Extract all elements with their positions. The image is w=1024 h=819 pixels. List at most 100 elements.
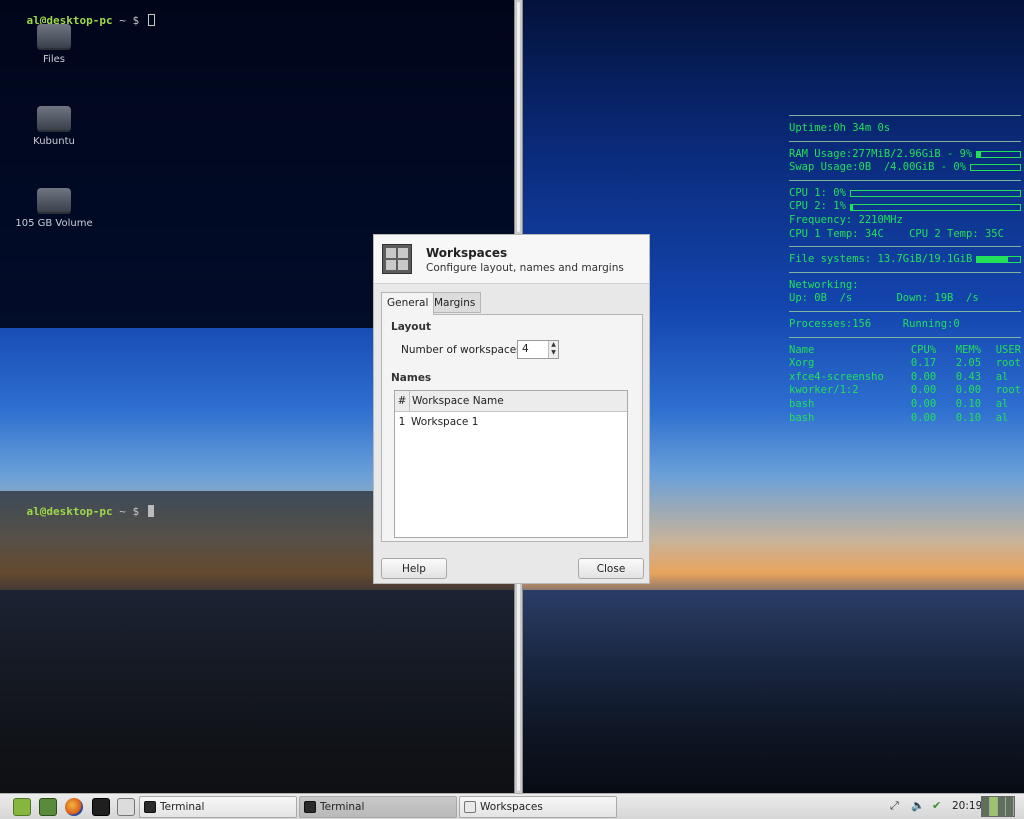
terminal-scrollbar-top[interactable]	[514, 0, 523, 234]
col-user: USER	[995, 343, 1021, 356]
proc-mem: 0.10	[955, 411, 982, 424]
task-terminal-1[interactable]: Terminal	[139, 796, 297, 818]
divider	[789, 246, 1021, 248]
desktop-icon-label: Kubuntu	[33, 136, 75, 147]
file-manager-icon[interactable]	[117, 798, 135, 816]
volume-icon[interactable]: 🔈	[911, 799, 925, 812]
workspaces-dialog: Workspaces Configure layout, names and m…	[373, 234, 650, 584]
col-number-header[interactable]: #	[395, 391, 410, 411]
proc-mem: 0.43	[955, 370, 982, 383]
names-heading: Names	[391, 372, 432, 384]
desktop-icon-label: Files	[43, 54, 65, 65]
clock[interactable]: 20:19	[952, 800, 982, 812]
fs-text: File systems: 13.7GiB/19.1GiB	[789, 253, 973, 266]
workspace-pager[interactable]	[981, 796, 1015, 817]
process-table: Name CPU% MEM% USER Xorg 0.17 2.05 root xfc…	[789, 344, 1021, 426]
terminal-icon	[304, 801, 316, 813]
mint-menu-icon[interactable]	[13, 798, 31, 816]
drive-icon	[37, 188, 71, 212]
desktop-icon-volume[interactable]: 105 GB Volume	[14, 188, 94, 229]
proc-user: root	[995, 384, 1021, 397]
drive-icon	[37, 106, 71, 130]
proc-name: Xorg	[789, 357, 815, 370]
proc-name: bash	[789, 397, 815, 410]
divider	[789, 179, 1021, 181]
fs-row: File systems: 13.7GiB/19.1GiB	[789, 253, 1021, 267]
workspace-names-list[interactable]: # Workspace Name 1 Workspace 1	[394, 390, 628, 538]
cpu2-row: CPU 2: 1%	[789, 200, 1021, 214]
pager-workspace[interactable]	[982, 797, 990, 816]
task-label: Workspaces	[480, 801, 543, 813]
divider	[789, 336, 1021, 338]
cpu1-row: CPU 1: 0%	[789, 187, 1021, 201]
spinner-value: 4	[522, 343, 529, 355]
scrollbar-thumb[interactable]	[517, 2, 520, 232]
divider	[789, 115, 1021, 116]
proc-name: kworker/1:2	[789, 384, 859, 397]
pager-workspace[interactable]	[998, 797, 1006, 816]
row-number: 1	[398, 416, 406, 428]
col-cpu: CPU%	[910, 343, 937, 356]
proc-mem: 0.10	[955, 397, 982, 410]
swap-row: Swap Usage:0B /4.00GiB - 0%	[789, 161, 1021, 175]
help-button[interactable]: Help	[381, 558, 447, 579]
cpu2-bar-fill	[850, 204, 853, 210]
close-button[interactable]: Close	[578, 558, 644, 579]
prompt-user: al@desktop-pc	[26, 505, 113, 518]
prompt-tail: ~ $	[112, 14, 146, 27]
drive-icon	[37, 24, 71, 48]
ram-bar-fill	[977, 151, 982, 157]
cpu2-bar	[849, 203, 1021, 211]
tab-general[interactable]: General	[381, 292, 435, 315]
temps-text: CPU 1 Temp: 34C CPU 2 Temp: 35C	[789, 227, 1004, 240]
divider	[789, 310, 1021, 312]
tab-margins[interactable]: Margins	[428, 292, 482, 313]
proc-user: al	[995, 370, 1009, 383]
list-header: # Workspace Name	[395, 391, 627, 412]
proc-name: xfce4-screensho	[789, 370, 884, 383]
task-label: Terminal	[160, 801, 205, 813]
list-item[interactable]: 1 Workspace 1	[395, 412, 627, 432]
terminal-cursor	[147, 14, 155, 26]
task-workspaces[interactable]: Workspaces	[459, 796, 617, 818]
process-row: Xorg 0.17 2.05 root	[789, 357, 1021, 371]
proc-cpu: 0.00	[910, 384, 937, 397]
process-row: bash 0.00 0.10 al	[789, 412, 1021, 426]
num-workspaces-label: Number of workspaces:	[401, 344, 526, 356]
col-name-header[interactable]: Workspace Name	[410, 391, 504, 411]
proc-cpu: 0.00	[910, 411, 937, 424]
proc-cpu: 0.00	[910, 370, 937, 383]
row-name: Workspace 1	[411, 416, 479, 428]
process-row: kworker/1:2 0.00 0.00 root	[789, 384, 1021, 398]
ram-row: RAM Usage:277MiB/2.96GiB - 9%	[789, 148, 1021, 162]
proc-user: root	[995, 357, 1021, 370]
pager-workspace[interactable]	[1006, 797, 1014, 816]
desktop-icon-kubuntu[interactable]: Kubuntu	[14, 106, 94, 147]
proc-user: al	[995, 397, 1009, 410]
show-desktop-icon[interactable]	[39, 798, 57, 816]
dialog-header: Workspaces Configure layout, names and m…	[374, 235, 649, 284]
workspaces-icon	[382, 244, 412, 274]
general-tab-panel: Layout Number of workspaces: 4 ▲ ▼ Names …	[381, 314, 643, 542]
terminal-launcher-icon[interactable]	[92, 798, 110, 816]
process-row: xfce4-screensho 0.00 0.43 al	[789, 371, 1021, 385]
swap-bar	[970, 164, 1021, 172]
uptime-text: Uptime:0h 34m 0s	[789, 122, 891, 134]
workspaces-icon	[464, 801, 476, 813]
terminal-prompt: al@desktop-pc ~ $	[0, 492, 154, 531]
desktop-icon-files[interactable]: Files	[14, 24, 94, 65]
fs-bar	[976, 256, 1021, 264]
task-terminal-2[interactable]: Terminal	[299, 796, 457, 818]
pager-workspace-current[interactable]	[990, 797, 998, 816]
conky-monitor: Uptime:0h 34m 0s RAM Usage:277MiB/2.96Gi…	[789, 110, 1021, 425]
proc-cpu: 0.00	[910, 397, 937, 410]
shield-icon[interactable]: ✔	[932, 799, 941, 812]
network-icon[interactable]: ⤢	[890, 799, 899, 813]
col-name: Name	[789, 343, 815, 356]
divider	[789, 271, 1021, 273]
firefox-icon[interactable]	[65, 798, 83, 816]
spinner-arrows[interactable]: ▲ ▼	[548, 341, 558, 358]
num-workspaces-spinner[interactable]: 4 ▲ ▼	[517, 340, 559, 359]
cpu2-text: CPU 2: 1%	[789, 200, 846, 213]
dialog-title: Workspaces	[426, 246, 508, 260]
